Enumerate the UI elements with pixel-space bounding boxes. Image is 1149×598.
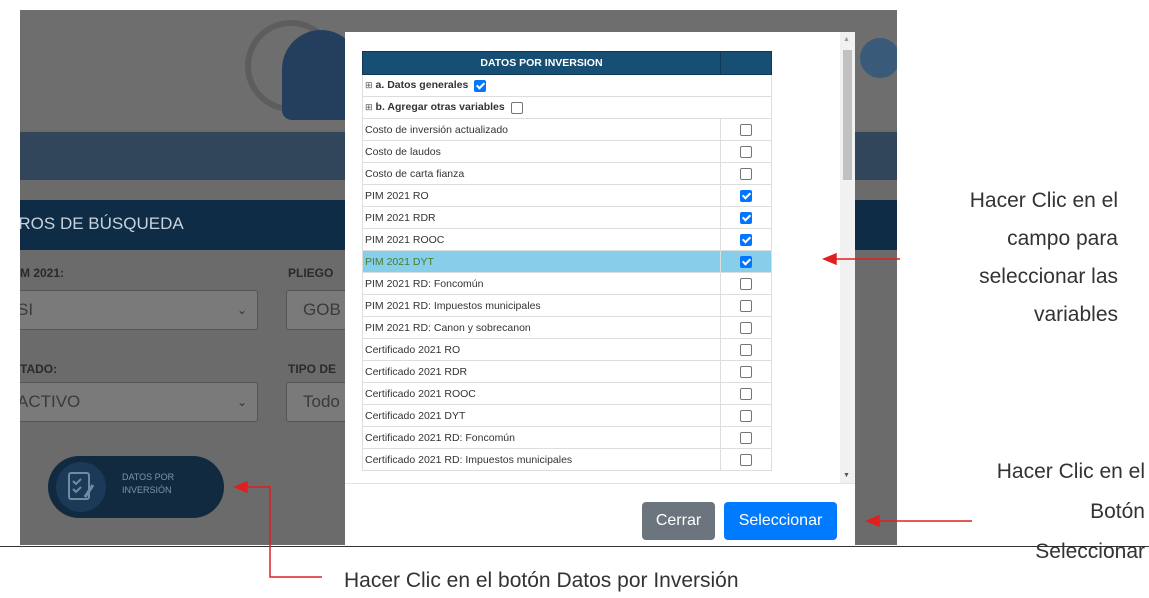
arrowhead-select: [865, 514, 880, 528]
arrow-to-datos: [244, 486, 322, 578]
arrowhead-datos: [233, 480, 248, 494]
annotation-arrows: [233, 252, 972, 578]
arrowhead-row: [822, 252, 837, 266]
